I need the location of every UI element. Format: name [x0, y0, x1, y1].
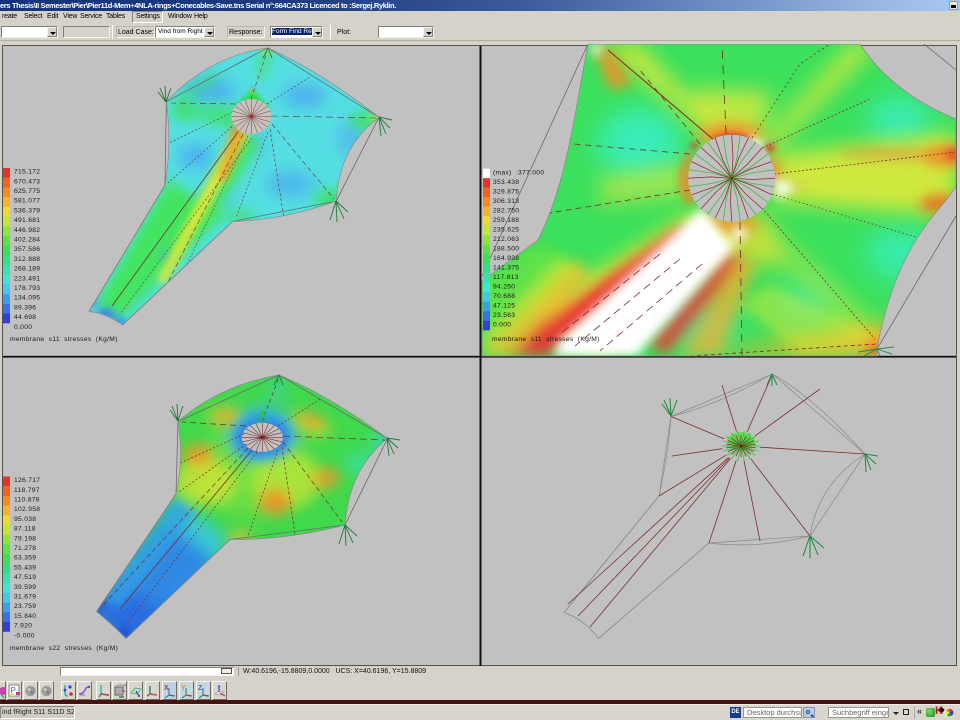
- svg-text:312.888: 312.888: [14, 256, 40, 263]
- svg-text:31.679: 31.679: [14, 594, 36, 601]
- svg-text:164.938: 164.938: [493, 255, 519, 262]
- svg-text:P: P: [11, 686, 16, 695]
- svg-text:membrane s22 stresses (Kg/M: membrane s22 stresses (Kg/M): [10, 645, 118, 652]
- svg-text:87.118: 87.118: [14, 526, 36, 533]
- svg-text:44.698: 44.698: [14, 314, 36, 321]
- svg-text:188.500: 188.500: [493, 245, 519, 252]
- svg-text:357.586: 357.586: [14, 246, 40, 253]
- svg-text:membrane s11 stresses (Kg/M: membrane s11 stresses (Kg/M): [492, 336, 600, 343]
- svg-text:625.775: 625.775: [14, 188, 40, 195]
- svg-text:223.491: 223.491: [14, 275, 40, 282]
- svg-text:55.439: 55.439: [14, 564, 36, 571]
- svg-text:670.473: 670.473: [14, 178, 40, 185]
- svg-text:117.813: 117.813: [493, 274, 519, 281]
- svg-text:212.063: 212.063: [493, 236, 519, 243]
- svg-text:mn: mn: [80, 693, 85, 697]
- svg-text:134.095: 134.095: [14, 295, 40, 302]
- svg-text:-0.000: -0.000: [14, 632, 35, 639]
- svg-text:0.000: 0.000: [14, 324, 32, 331]
- svg-text:membrane s11 stresses (Kg/M: membrane s11 stresses (Kg/M): [10, 336, 118, 343]
- svg-text:268.189: 268.189: [14, 266, 40, 273]
- svg-text:235.625: 235.625: [493, 226, 519, 233]
- svg-text:(max) :377.000: (max) :377.000: [493, 169, 544, 176]
- svg-text:118.797: 118.797: [14, 487, 40, 494]
- svg-text:47.125: 47.125: [493, 302, 515, 309]
- svg-text:95.038: 95.038: [14, 516, 36, 523]
- svg-text:39.599: 39.599: [14, 584, 36, 591]
- svg-text:15.840: 15.840: [14, 613, 36, 620]
- svg-text:89.396: 89.396: [14, 304, 36, 311]
- svg-text:178.793: 178.793: [14, 285, 40, 292]
- svg-text:Z: Z: [198, 685, 203, 692]
- svg-text:23.759: 23.759: [14, 603, 36, 610]
- svg-text:141.375: 141.375: [493, 264, 519, 271]
- svg-text:402.284: 402.284: [14, 237, 40, 244]
- svg-text:110.878: 110.878: [14, 497, 40, 504]
- svg-text:94.250: 94.250: [493, 283, 515, 290]
- svg-text:126.717: 126.717: [14, 477, 40, 484]
- svg-text:259.188: 259.188: [493, 217, 519, 224]
- svg-text:536.379: 536.379: [14, 207, 40, 214]
- svg-text:491.681: 491.681: [14, 217, 40, 224]
- svg-text:7.920: 7.920: [14, 623, 32, 630]
- svg-text:71.278: 71.278: [14, 545, 36, 552]
- svg-text:102.958: 102.958: [14, 506, 40, 513]
- svg-text:581.077: 581.077: [14, 198, 40, 205]
- svg-text:70.688: 70.688: [493, 293, 515, 300]
- svg-text:446.982: 446.982: [14, 227, 40, 234]
- svg-text:47.519: 47.519: [14, 574, 36, 581]
- svg-text:23.563: 23.563: [493, 312, 515, 319]
- svg-text:63.359: 63.359: [14, 555, 36, 562]
- svg-text:X: X: [164, 685, 169, 692]
- svg-text:306.313: 306.313: [493, 198, 519, 205]
- svg-text:715.172: 715.172: [14, 169, 40, 176]
- svg-text:79.198: 79.198: [14, 535, 36, 542]
- svg-text:329.875: 329.875: [493, 188, 519, 195]
- svg-text:0.000: 0.000: [493, 321, 511, 328]
- svg-text:353.438: 353.438: [493, 179, 519, 186]
- svg-text:Y: Y: [181, 685, 186, 692]
- svg-text:282.750: 282.750: [493, 207, 519, 214]
